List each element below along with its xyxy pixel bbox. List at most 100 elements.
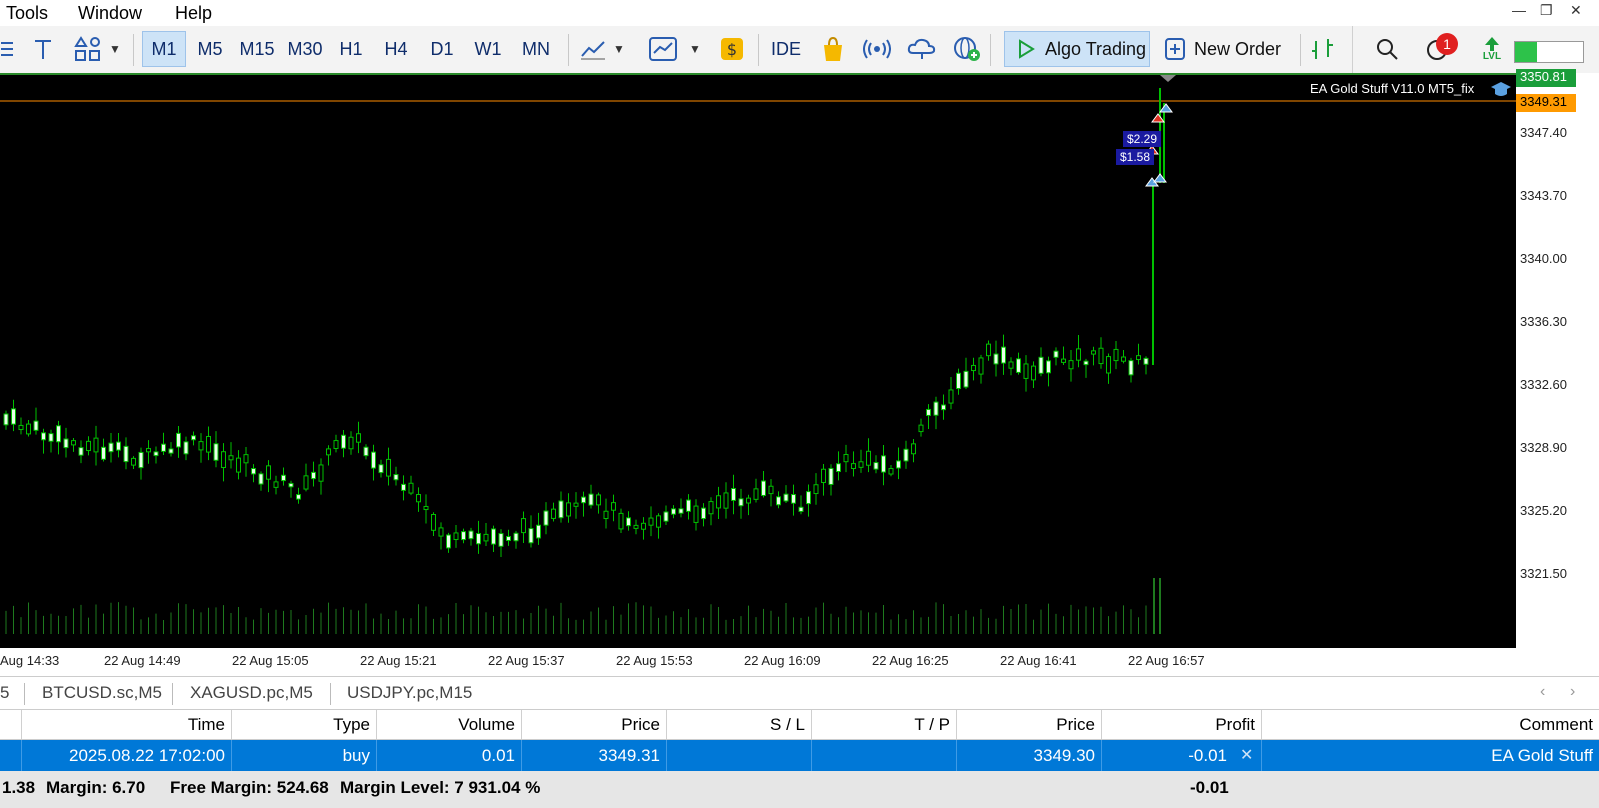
candle-body: [93, 437, 99, 453]
notifications-button[interactable]: 1: [1418, 31, 1458, 67]
candle-body: [506, 536, 511, 541]
candle-body: [198, 441, 204, 451]
shapes-icon[interactable]: [72, 31, 104, 67]
time-axis-label: 22 Aug 16:41: [1000, 653, 1077, 668]
lvl-indicator[interactable]: LVL: [1478, 31, 1506, 67]
header-price[interactable]: Price: [522, 710, 667, 739]
timeframe-m5[interactable]: M5: [188, 31, 232, 67]
indicators-icon[interactable]: [648, 31, 678, 67]
candle-body: [986, 343, 991, 357]
price-chart[interactable]: EA Gold Stuff V11.0 MT5_fix $2.29 $1.58: [0, 73, 1516, 648]
timeframe-w1[interactable]: W1: [466, 31, 510, 67]
cloud-icon[interactable]: [906, 31, 938, 67]
close-position-icon[interactable]: ✕: [1240, 745, 1253, 765]
chevron-down-icon[interactable]: ▼: [612, 31, 626, 67]
candle-body: [108, 442, 114, 453]
close-icon[interactable]: ✕: [1570, 2, 1582, 19]
timeframe-mn[interactable]: MN: [512, 31, 560, 67]
candle-body: [438, 527, 444, 537]
tab-scroll-right-icon[interactable]: ›: [1570, 683, 1575, 701]
candle-body: [371, 451, 376, 469]
menu-help[interactable]: Help: [175, 3, 212, 24]
algo-trading-button[interactable]: Algo Trading: [1004, 31, 1150, 67]
tab-scroll-left-icon[interactable]: ‹: [1540, 683, 1545, 701]
price-tag-current: 3349.31: [1516, 94, 1576, 112]
row-price: 3349.31: [522, 740, 667, 771]
timeframe-m30[interactable]: M30: [282, 31, 328, 67]
candle-body: [956, 372, 961, 390]
candle-body: [926, 408, 931, 416]
tab-btcusd[interactable]: BTCUSD.sc,M5: [42, 683, 162, 703]
header-volume[interactable]: Volume: [377, 710, 522, 739]
timeframe-m1[interactable]: M1: [142, 31, 186, 67]
depth-of-market-icon[interactable]: [1308, 31, 1338, 67]
vps-globe-icon[interactable]: [952, 31, 982, 67]
candle-body: [791, 494, 796, 504]
header-profit[interactable]: Profit: [1102, 710, 1262, 739]
candle-body: [716, 495, 721, 509]
tab-xagusd[interactable]: XAGUSD.pc,M5: [190, 683, 313, 703]
header-type[interactable]: Type: [232, 710, 377, 739]
candle-body: [1128, 360, 1134, 376]
level-meter-fill: [1515, 42, 1537, 62]
trade-table-header: Time Type Volume Price S / L T / P Price…: [0, 710, 1599, 740]
row-volume: 0.01: [377, 740, 522, 771]
candle-body: [446, 534, 451, 549]
candle-body: [723, 492, 729, 509]
menu-window[interactable]: Window: [78, 3, 142, 24]
candle-body: [26, 423, 31, 435]
candle-body: [963, 370, 969, 388]
candle-body: [71, 440, 76, 446]
table-row[interactable]: 2025.08.22 17:02:00 buy 0.01 3349.31 334…: [0, 740, 1599, 771]
candle-body: [273, 481, 279, 488]
margin-level-value: Margin Level: 7 931.04 %: [340, 778, 541, 797]
header-time[interactable]: Time: [22, 710, 232, 739]
candle-body: [971, 364, 976, 372]
candle-body: [378, 464, 384, 474]
graduation-cap-icon[interactable]: [1490, 81, 1512, 99]
text-tool-icon[interactable]: [30, 31, 56, 67]
price-axis[interactable]: 3350.81 3349.31 3347.40 3343.70 3340.00 333…: [1516, 69, 1599, 648]
candle-body: [221, 451, 226, 469]
new-order-button[interactable]: New Order: [1164, 31, 1296, 67]
candle-body: [183, 441, 189, 455]
price-level-label: 3343.70: [1520, 188, 1567, 203]
candle-body: [393, 474, 399, 481]
timeframe-m15[interactable]: M15: [234, 31, 280, 67]
chevron-down-icon[interactable]: ▼: [688, 31, 702, 67]
tab-chart-partial[interactable]: 5: [0, 683, 9, 703]
candle-body: [281, 474, 286, 482]
candle-body: [116, 441, 121, 451]
market-bag-icon[interactable]: [818, 31, 848, 67]
candle-body: [468, 530, 474, 540]
chart-tabs: 5 BTCUSD.sc,M5 XAGUSD.pc,M5 USDJPY.pc,M1…: [0, 676, 1599, 710]
search-icon[interactable]: [1370, 31, 1404, 67]
row-comment: EA Gold Stuff: [1491, 745, 1593, 765]
tab-usdjpy[interactable]: USDJPY.pc,M15: [347, 683, 472, 703]
restore-icon[interactable]: ❐: [1540, 2, 1553, 19]
candle-body: [401, 483, 406, 491]
candle-body: [1008, 361, 1014, 369]
minimize-icon[interactable]: —: [1512, 2, 1526, 18]
header-sl[interactable]: S / L: [667, 710, 812, 739]
candle-body: [663, 511, 669, 522]
margin-value: Margin: 6.70: [46, 778, 146, 797]
signals-icon[interactable]: [862, 31, 892, 67]
candle-body: [978, 357, 984, 375]
header-current-price[interactable]: Price: [957, 710, 1102, 739]
ide-button[interactable]: IDE: [768, 31, 804, 67]
timeframe-d1[interactable]: D1: [420, 31, 464, 67]
timeframe-h4[interactable]: H4: [374, 31, 418, 67]
chevron-down-icon[interactable]: ▼: [108, 31, 122, 67]
candle-body: [618, 512, 624, 530]
line-chart-icon[interactable]: [578, 31, 608, 67]
header-comment[interactable]: Comment: [1262, 710, 1599, 739]
list-icon[interactable]: [0, 31, 14, 67]
candle-body: [483, 533, 489, 542]
menu-tools[interactable]: Tools: [6, 3, 48, 24]
candle-body: [656, 515, 661, 528]
candle-body: [671, 508, 676, 515]
timeframe-h1[interactable]: H1: [330, 31, 372, 67]
dollar-icon[interactable]: $: [718, 31, 746, 67]
header-tp[interactable]: T / P: [812, 710, 957, 739]
